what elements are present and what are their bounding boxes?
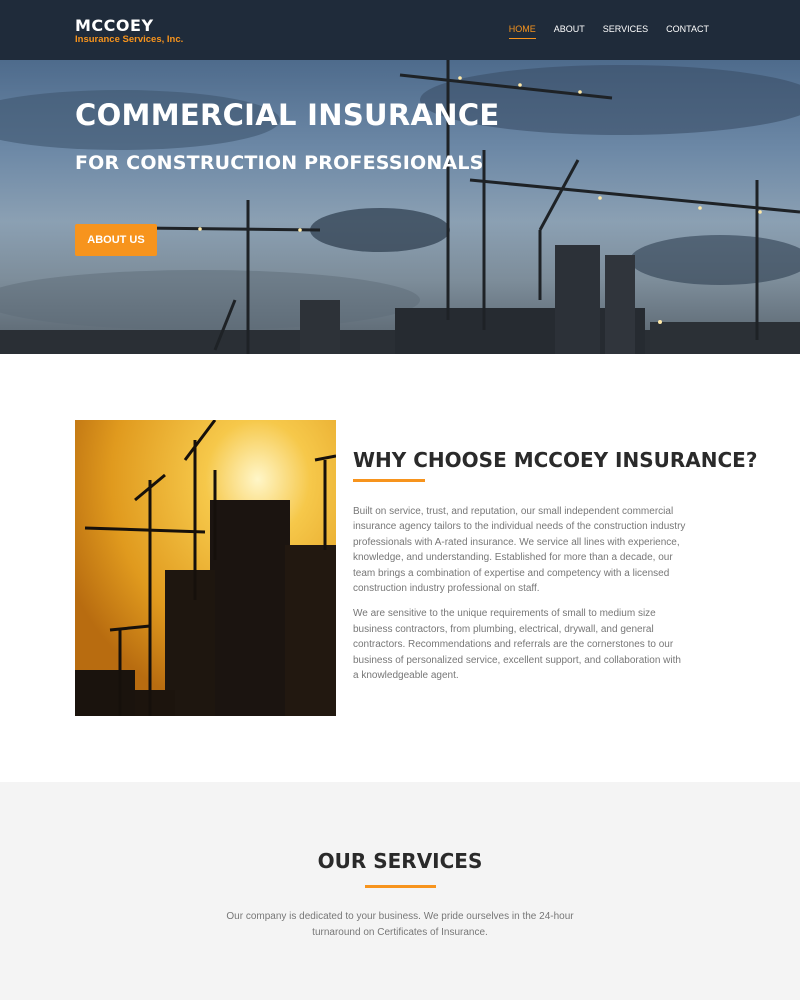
logo-sub-text: Insurance Services, Inc. [75,34,184,45]
nav-home[interactable]: HOME [508,24,536,40]
services-section: OUR SERVICES Our company is dedicated to… [0,782,800,1000]
why-paragraph-2: We are sensitive to the unique requireme… [353,608,681,682]
logo-main-text: MCCOEY [75,16,154,35]
nav-contact[interactable]: CONTACT [666,24,709,40]
main-nav: HOME ABOUT SERVICES CONTACT [491,24,709,40]
hero-title: COMMERCIAL INSURANCE [75,98,500,132]
services-description: Our company is dedicated to your busines… [226,911,574,938]
services-title-divider [365,885,436,888]
why-paragraph-1: Built on service, trust, and reputation,… [353,506,686,595]
why-choose-section: WHY CHOOSE MCCOEY INSURANCE? Built on se… [0,354,800,782]
site-header: MCCOEY Insurance Services, Inc. HOME ABO… [0,0,800,60]
nav-services[interactable]: SERVICES [603,24,648,40]
construction-photo [75,420,336,716]
why-choose-title: WHY CHOOSE MCCOEY INSURANCE? [353,448,758,472]
why-title-divider [353,479,425,482]
why-choose-body: Built on service, trust, and reputation,… [353,504,688,693]
hero-subtitle: FOR CONSTRUCTION PROFESSIONALS [75,152,484,174]
nav-about[interactable]: ABOUT [554,24,585,40]
about-us-button[interactable]: ABOUT US [75,224,157,256]
construction-silhouette-image [75,420,336,716]
hero-banner: COMMERCIAL INSURANCE FOR CONSTRUCTION PR… [0,60,800,354]
logo[interactable]: MCCOEY Insurance Services, Inc. [75,17,183,45]
services-title: OUR SERVICES [317,849,483,873]
